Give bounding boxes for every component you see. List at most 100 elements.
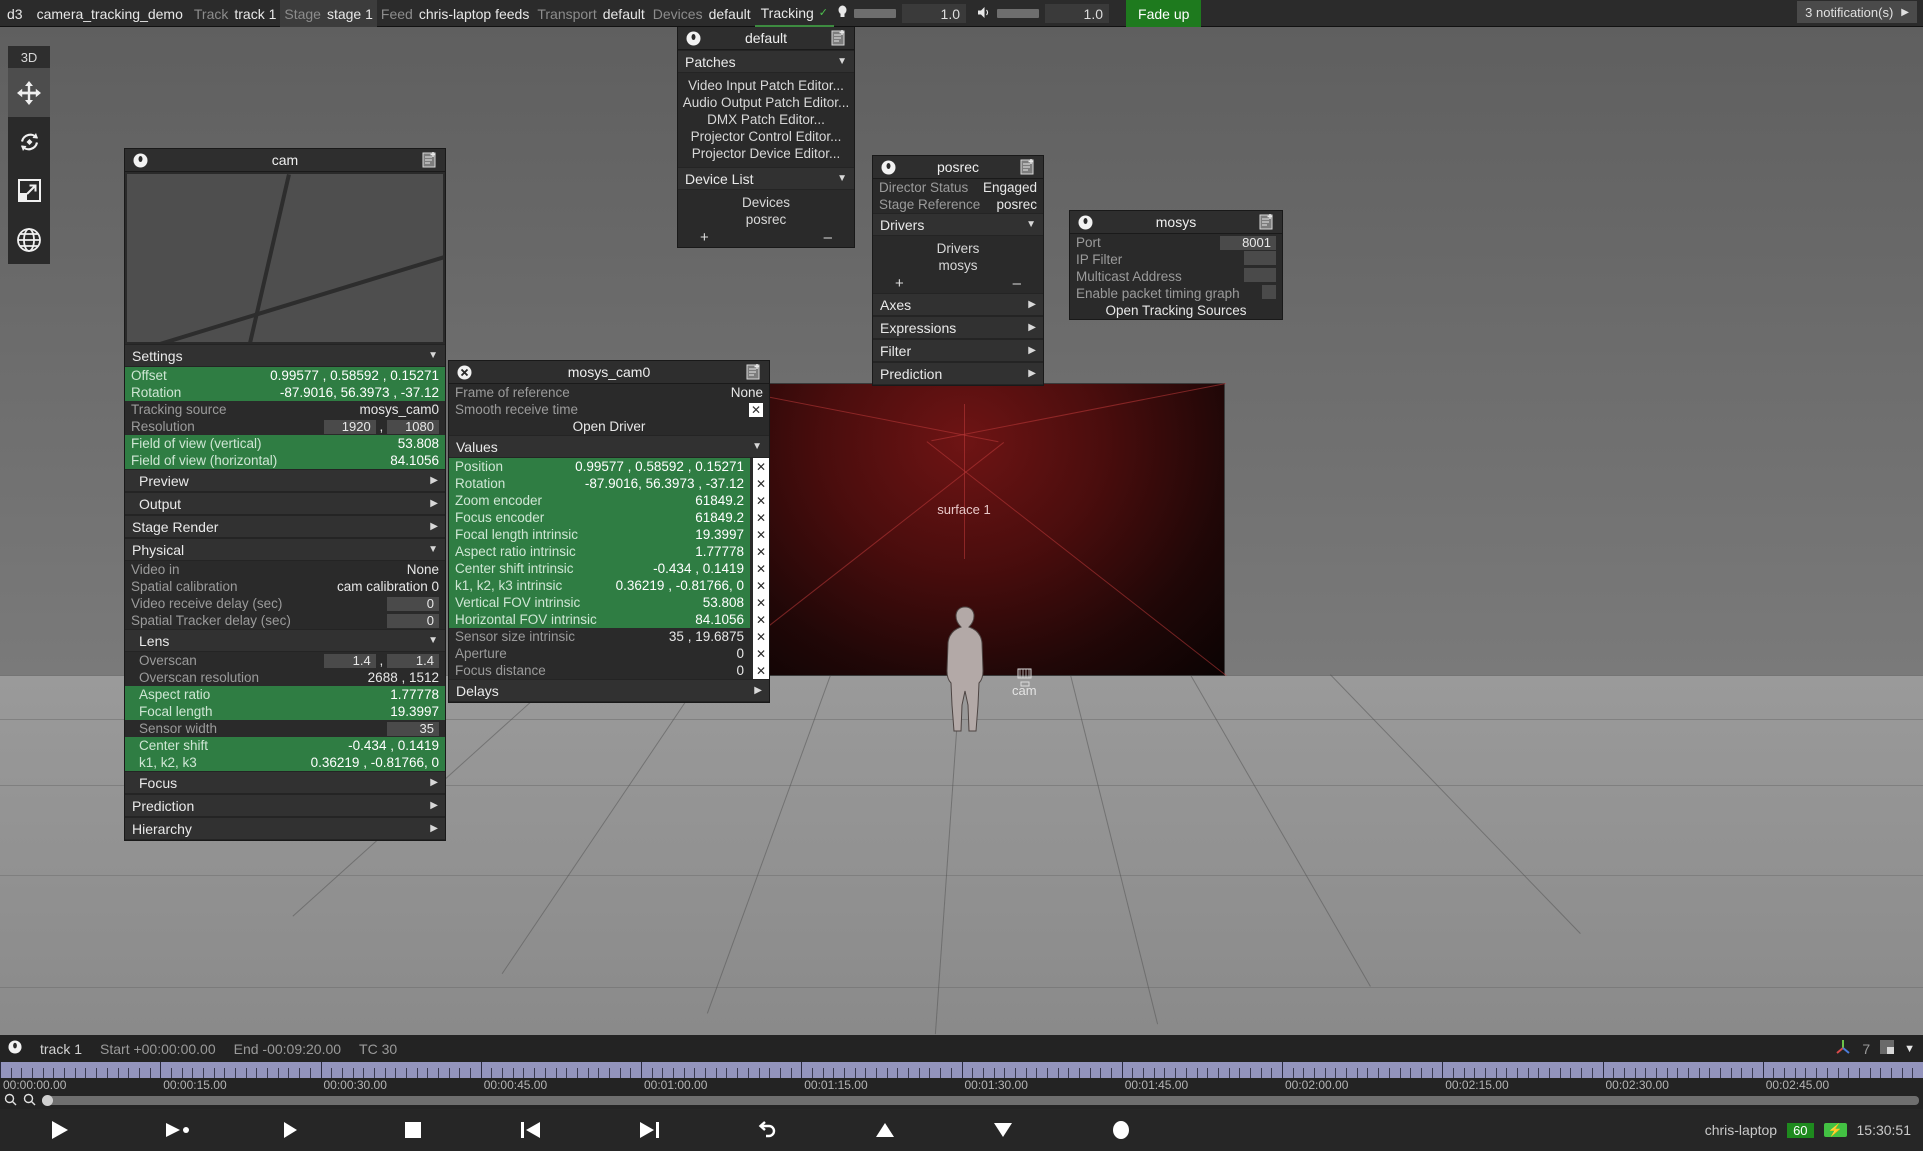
posrec-drivers-header[interactable]: Drivers ▼ xyxy=(873,213,1043,236)
remove-value-button[interactable]: ✕ xyxy=(753,577,769,594)
remove-value-button[interactable]: ✕ xyxy=(753,611,769,628)
mosys-row-zoom-encoder[interactable]: Zoom encoder 61849.2 xyxy=(449,492,750,509)
port-input[interactable]: 8001 xyxy=(1220,235,1276,250)
topbar-group-track[interactable]: Track track 1 xyxy=(190,0,281,27)
axis-gizmo-icon[interactable] xyxy=(1834,1038,1852,1059)
mosys-row-rotation[interactable]: Rotation -87.9016, 56.3973 , -37.12 xyxy=(449,475,750,492)
close-icon[interactable] xyxy=(455,364,473,381)
topbar-tracking-tab[interactable]: Tracking ✓ xyxy=(754,0,835,27)
timeline-zoom-handle[interactable] xyxy=(42,1095,53,1106)
cam-row-fov-vertical[interactable]: Field of view (vertical) 53.808 xyxy=(125,435,445,452)
resolution-height-input[interactable]: 1080 xyxy=(387,419,439,434)
patches-header[interactable]: Patches ▼ xyxy=(678,50,854,73)
topbar-group-feed[interactable]: Feed chris-laptop feeds xyxy=(377,0,533,27)
cam-row-spatial-tracker-delay[interactable]: Spatial Tracker delay (sec) 0 xyxy=(125,612,445,629)
mosys-row-focus-distance[interactable]: Focus distance 0 xyxy=(449,662,750,679)
mosys-row-port[interactable]: Port 8001 xyxy=(1070,234,1282,251)
patch-item-projector-device[interactable]: Projector Device Editor... xyxy=(678,145,854,162)
remove-value-button[interactable]: ✕ xyxy=(753,475,769,492)
cam-row-offset[interactable]: Offset 0.99577 , 0.58592 , 0.15271 xyxy=(125,367,445,384)
remove-value-button[interactable]: ✕ xyxy=(753,526,769,543)
patch-item-audio-output[interactable]: Audio Output Patch Editor... xyxy=(678,94,854,111)
topbar-group-devices[interactable]: Devices default xyxy=(649,0,755,27)
camera-marker[interactable]: cam xyxy=(1012,667,1040,698)
cam-panel-titlebar[interactable]: cam xyxy=(125,149,445,172)
stop-button[interactable] xyxy=(354,1109,472,1151)
track-name[interactable]: track 1 xyxy=(40,1041,82,1057)
cam-row-spatial-calibration[interactable]: Spatial calibration cam calibration 0 xyxy=(125,578,445,595)
loop-button[interactable] xyxy=(236,1109,354,1151)
new-note-icon[interactable] xyxy=(830,30,848,47)
cam-row-video-in[interactable]: Video in None xyxy=(125,561,445,578)
cam-section-stage-render[interactable]: Stage Render ▶ xyxy=(125,515,445,538)
previous-cue-button[interactable] xyxy=(472,1109,590,1151)
cam-row-overscan[interactable]: Overscan 1.4 , 1.4 xyxy=(125,652,445,669)
panel-menu-icon[interactable] xyxy=(684,30,702,47)
packet-timing-graph-checkbox[interactable] xyxy=(1262,285,1276,299)
remove-value-button[interactable]: ✕ xyxy=(753,560,769,577)
mosys-row-aspect-ratio-intrinsic[interactable]: Aspect ratio intrinsic 1.77778 xyxy=(449,543,750,560)
timeline-ruler[interactable] xyxy=(0,1062,1923,1078)
cam-row-k1k2k3[interactable]: k1, k2, k3 0.36219 , -0.81766, 0 xyxy=(125,754,445,771)
multicast-address-input[interactable] xyxy=(1244,268,1276,282)
posrec-stage-reference[interactable]: Stage Reference posrec xyxy=(873,196,1043,213)
remove-value-button[interactable]: ✕ xyxy=(753,509,769,526)
zoom-out-icon[interactable] xyxy=(4,1093,17,1109)
cam-section-prediction[interactable]: Prediction ▶ xyxy=(125,794,445,817)
remove-value-button[interactable]: ✕ xyxy=(753,458,769,475)
scale-tool-button[interactable] xyxy=(8,166,50,215)
zoom-in-icon[interactable] xyxy=(23,1093,36,1109)
volume-control[interactable]: 1.0 xyxy=(977,0,1120,27)
mosys-cam0-titlebar[interactable]: mosys_cam0 xyxy=(449,361,769,384)
cam-row-tracking-source[interactable]: Tracking source mosys_cam0 xyxy=(125,401,445,418)
cam-section-output[interactable]: Output ▶ xyxy=(125,492,445,515)
cam-row-sensor-width[interactable]: Sensor width 35 xyxy=(125,720,445,737)
cam-physical-header[interactable]: Physical ▼ xyxy=(125,538,445,561)
mosys-panel-titlebar[interactable]: mosys xyxy=(1070,211,1282,234)
mosys-row-horizontal-fov-intrinsic[interactable]: Horizontal FOV intrinsic 84.1056 xyxy=(449,611,750,628)
cam-lens-header[interactable]: Lens ▼ xyxy=(125,629,445,652)
mosys-row-aperture[interactable]: Aperture 0 xyxy=(449,645,750,662)
cam-preview-image[interactable] xyxy=(127,174,443,342)
mosys-cam0-values-header[interactable]: Values ▼ xyxy=(449,435,769,458)
mosys-row-multicast-address[interactable]: Multicast Address xyxy=(1070,268,1282,285)
remove-value-button[interactable]: ✕ xyxy=(753,594,769,611)
topbar-group-transport[interactable]: Transport default xyxy=(533,0,648,27)
mosys-cam0-frame-of-reference[interactable]: Frame of reference None xyxy=(449,384,769,401)
new-note-icon[interactable] xyxy=(1019,159,1037,176)
globe-tool-button[interactable] xyxy=(8,215,50,264)
open-driver-button[interactable]: Open Driver xyxy=(449,418,769,435)
down-button[interactable] xyxy=(944,1109,1062,1151)
remove-value-button[interactable]: ✕ xyxy=(753,543,769,560)
spatial-tracker-delay-input[interactable]: 0 xyxy=(387,613,439,628)
remove-value-button[interactable]: ✕ xyxy=(753,645,769,662)
mosys-cam0-smooth-receive-time[interactable]: Smooth receive time ✕ xyxy=(449,401,769,418)
project-name[interactable]: camera_tracking_demo xyxy=(30,0,190,27)
smooth-receive-checkbox[interactable]: ✕ xyxy=(749,403,763,417)
topbar-group-stage[interactable]: Stage stage 1 xyxy=(280,0,377,27)
viewport-mode-label[interactable]: 3D xyxy=(8,46,50,68)
mosys-row-focal-length-intrinsic[interactable]: Focal length intrinsic 19.3997 xyxy=(449,526,750,543)
patch-item-projector-control[interactable]: Projector Control Editor... xyxy=(678,128,854,145)
overscan-y-input[interactable]: 1.4 xyxy=(387,653,439,668)
remove-device-button[interactable]: – xyxy=(824,229,832,246)
panel-menu-icon[interactable] xyxy=(879,159,897,176)
mosys-row-focus-encoder[interactable]: Focus encoder 61849.2 xyxy=(449,509,750,526)
posrec-panel-titlebar[interactable]: posrec xyxy=(873,156,1043,179)
cam-section-hierarchy[interactable]: Hierarchy ▶ xyxy=(125,817,445,840)
device-item-posrec[interactable]: posrec xyxy=(678,211,854,228)
new-note-icon[interactable] xyxy=(745,364,763,381)
posrec-section-axes[interactable]: Axes ▶ xyxy=(873,293,1043,316)
remove-value-button[interactable]: ✕ xyxy=(753,628,769,645)
new-note-icon[interactable] xyxy=(1258,214,1276,231)
device-list-header[interactable]: Device List ▼ xyxy=(678,167,854,190)
chevron-down-icon[interactable]: ▼ xyxy=(1904,1043,1915,1055)
mosys-cam0-delays-section[interactable]: Delays ▶ xyxy=(449,679,769,702)
patch-item-dmx[interactable]: DMX Patch Editor... xyxy=(678,111,854,128)
ip-filter-input[interactable] xyxy=(1244,251,1276,265)
undo-button[interactable] xyxy=(708,1109,826,1151)
cam-row-rotation[interactable]: Rotation -87.9016, 56.3973 , -37.12 xyxy=(125,384,445,401)
brightness-slider[interactable] xyxy=(854,9,897,18)
layout-icon[interactable] xyxy=(1880,1040,1895,1057)
new-note-icon[interactable] xyxy=(421,152,439,169)
